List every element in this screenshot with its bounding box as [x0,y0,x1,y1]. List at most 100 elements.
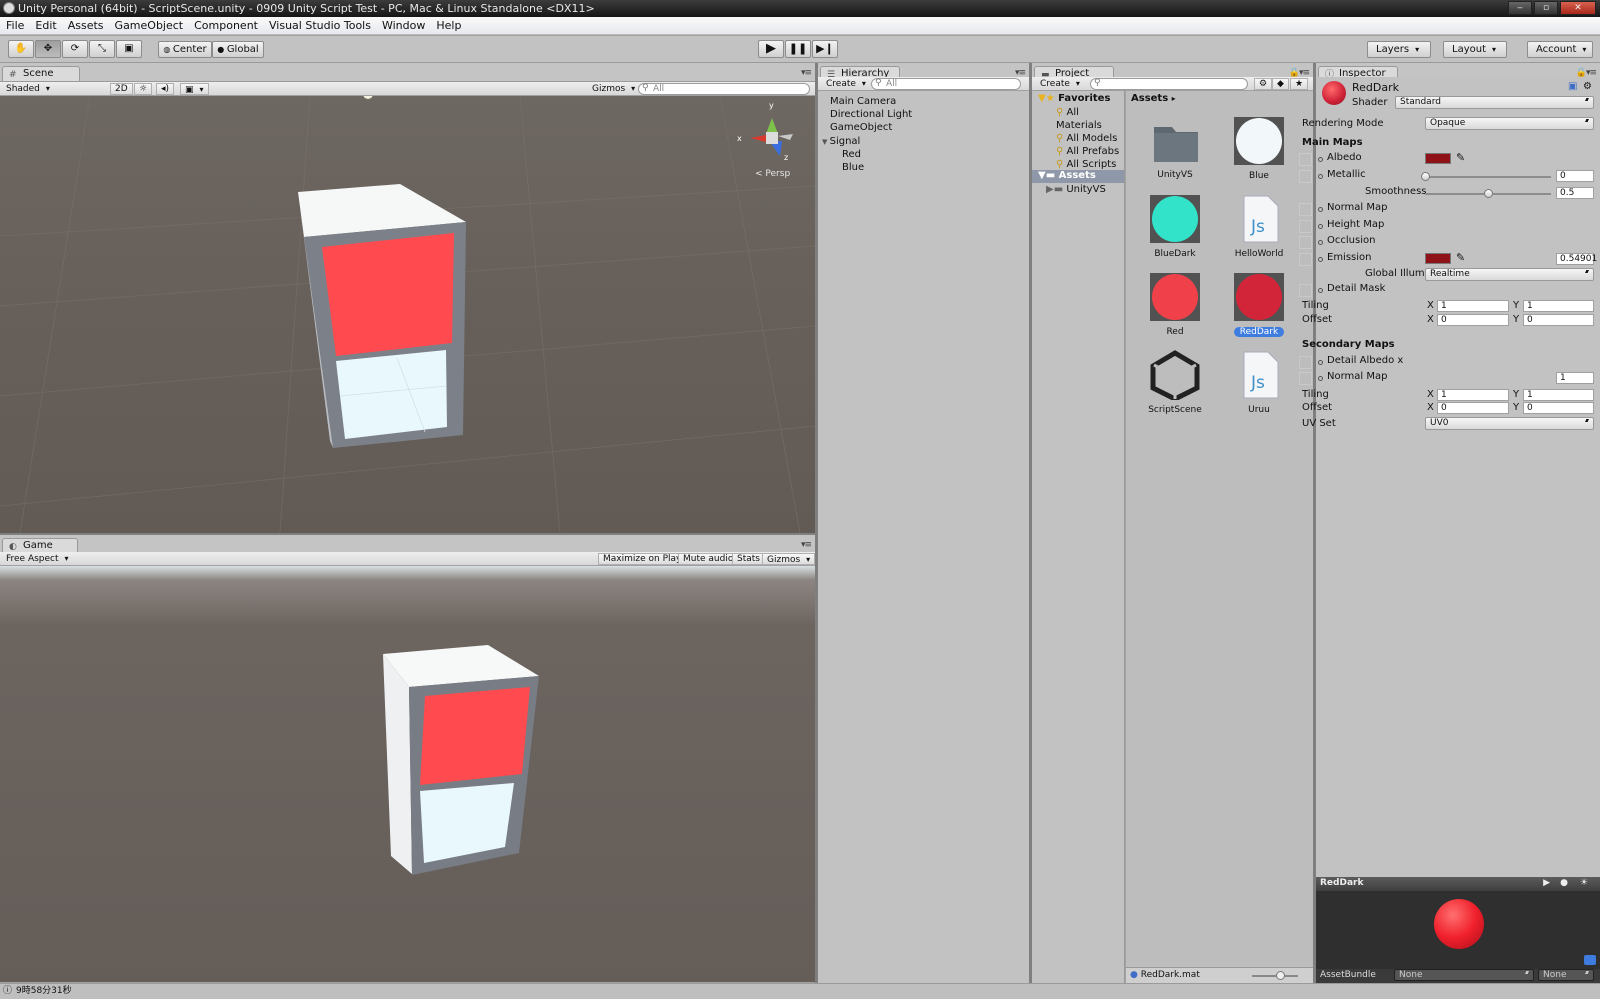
preview-light-icon[interactable]: ☀ [1580,877,1588,890]
unityvs-folder-item[interactable]: ▶▬ UnityVS [1046,184,1106,195]
pane-menu-icon[interactable]: ▾≡ [801,68,812,78]
asset-red[interactable]: Red [1133,272,1217,337]
space-global-button[interactable]: ● Global [212,41,264,58]
game-pane-menu-icon[interactable]: ▾≡ [801,540,812,550]
minimize-button[interactable]: ‒ [1508,1,1532,15]
scale-tool-button[interactable]: ⤡ [89,40,115,58]
offset-x-field[interactable]: 0 [1437,314,1509,326]
search-by-type-button[interactable]: ⚙ [1254,78,1273,90]
assetbundle-variant-dropdown[interactable]: None [1538,969,1594,981]
asset-uruu[interactable]: Js Uruu [1217,350,1301,415]
play-button[interactable]: ▶ [758,40,784,58]
game-viewport[interactable] [0,566,815,982]
menu-help[interactable]: Help [436,19,461,32]
menu-file[interactable]: File [6,19,24,32]
emission-color-swatch[interactable] [1425,253,1451,264]
emission-eyedropper-icon[interactable]: ✎ [1456,251,1465,264]
scene-red-light[interactable] [322,233,454,356]
smoothness-slider-knob[interactable] [1484,189,1493,198]
scene-lighting-toggle[interactable]: ☼ [134,83,153,95]
menu-assets[interactable]: Assets [68,19,104,32]
occlusion-slot[interactable] [1299,236,1312,249]
asset-bluedark[interactable]: BlueDark [1133,194,1217,259]
emission-value-field[interactable]: 0.54901 [1556,253,1597,265]
expand-arrow-icon[interactable]: ▼ [822,138,830,146]
pivot-center-button[interactable]: ◍ Center [158,41,212,58]
emission-picker-icon[interactable] [1318,257,1323,262]
layers-dropdown[interactable]: Layers [1367,41,1431,58]
height-map-slot[interactable] [1299,220,1312,233]
mute-audio-toggle[interactable]: Mute audio [678,553,739,565]
hierarchy-item-blue[interactable]: Blue [842,161,912,174]
signal-object-scene[interactable] [298,184,466,448]
asset-blue[interactable]: Blue [1217,116,1301,181]
eyedropper-icon[interactable]: ✎ [1456,151,1465,164]
menu-window[interactable]: Window [382,19,425,32]
save-search-button[interactable]: ★ [1290,78,1309,90]
asset-unityvs[interactable]: UnityVS [1133,119,1217,180]
secondary-offset-y-field[interactable]: 0 [1523,402,1594,414]
scene-audio-toggle[interactable]: ◂) [156,83,175,95]
scene-orientation-gizmo[interactable]: y x z < Persp [737,101,793,179]
settings-gear-icon[interactable]: ⚙ [1583,81,1592,92]
secondary-normal-map-picker-icon[interactable] [1318,376,1323,381]
rotate-tool-button[interactable]: ⟳ [62,40,88,58]
tiling-x-field[interactable]: 1 [1437,300,1509,312]
tiling-y-field[interactable]: 1 [1523,300,1594,312]
thumbnail-size-slider[interactable] [1252,971,1298,980]
scene-viewport[interactable]: y x z < Persp [0,96,815,533]
albedo-color-swatch[interactable] [1425,153,1451,164]
offset-y-field[interactable]: 0 [1523,314,1594,326]
help-icon[interactable]: ▣ [1568,81,1577,92]
thumbnail-size-knob[interactable] [1276,971,1285,980]
assets-folder-item[interactable]: ▼▬ Assets [1032,170,1124,183]
project-create-dropdown[interactable]: Create [1036,78,1084,90]
maximize-on-play-toggle[interactable]: Maximize on Play [598,553,687,565]
detail-mask-picker-icon[interactable] [1318,288,1323,293]
metallic-value-field[interactable]: 0 [1556,170,1594,182]
material-preview[interactable] [1316,891,1600,969]
pause-button[interactable]: ❚❚ [785,40,811,58]
secondary-normal-map-slot[interactable] [1299,372,1312,385]
detail-albedo-picker-icon[interactable] [1318,360,1323,365]
asset-reddark[interactable]: RedDark [1217,272,1301,337]
occlusion-picker-icon[interactable] [1318,240,1323,245]
tab-game[interactable]: ◐ Game [2,538,78,553]
menu-visual-studio-tools[interactable]: Visual Studio Tools [269,19,371,32]
secondary-normal-scale-field[interactable]: 1 [1556,372,1594,384]
favorites-header[interactable]: ▼★ Favorites [1038,93,1110,104]
assetbundle-dropdown[interactable]: None [1394,969,1534,981]
hierarchy-create-dropdown[interactable]: Create [822,78,870,90]
albedo-texture-slot[interactable] [1299,153,1312,166]
scene-search-input[interactable]: All [638,83,810,95]
asset-scriptscene[interactable]: ScriptScene [1133,350,1217,415]
hierarchy-item-gameobject[interactable]: GameObject [830,121,912,134]
height-map-picker-icon[interactable] [1318,224,1323,229]
emission-slot[interactable] [1299,253,1312,266]
hierarchy-item-directional-light[interactable]: Directional Light [830,108,912,121]
account-dropdown[interactable]: Account [1527,41,1593,58]
normal-map-picker-icon[interactable] [1318,207,1323,212]
scene-gizmos-dropdown[interactable]: Gizmos [588,83,639,95]
hierarchy-item-signal[interactable]: ▼ Signal [822,135,912,148]
stats-toggle[interactable]: Stats [732,553,765,565]
project-search-input[interactable] [1090,78,1248,90]
metallic-picker-icon[interactable] [1318,174,1323,179]
shading-mode-dropdown[interactable]: Shaded [2,83,104,95]
project-breadcrumb[interactable]: Assets ▸ [1131,93,1176,104]
maximize-button[interactable]: ▫ [1534,1,1558,15]
rect-tool-button[interactable]: ▣ [116,40,142,58]
step-button[interactable]: ▶❙ [812,40,838,58]
menu-component[interactable]: Component [194,19,258,32]
uv-set-dropdown[interactable]: UV0 [1425,417,1594,430]
layout-dropdown[interactable]: Layout [1443,41,1507,58]
search-by-label-button[interactable]: ◆ [1272,78,1289,90]
secondary-tiling-y-field[interactable]: 1 [1523,389,1594,401]
persp-label[interactable]: < Persp [755,169,790,179]
toggle-2d-button[interactable]: 2D [110,83,133,95]
rendering-mode-dropdown[interactable]: Opaque [1425,117,1594,130]
aspect-dropdown[interactable]: Free Aspect [2,553,136,565]
hierarchy-item-main-camera[interactable]: Main Camera [830,95,912,108]
shader-dropdown[interactable]: Standard [1395,96,1594,109]
detail-albedo-slot[interactable] [1299,356,1312,369]
